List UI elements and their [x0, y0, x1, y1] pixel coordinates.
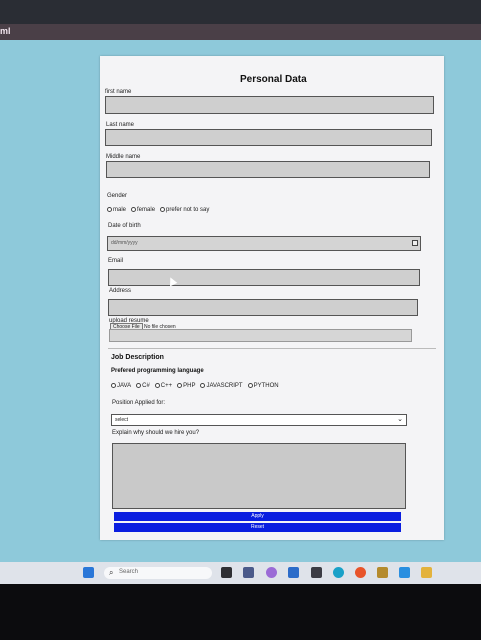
monitor-bezel-bottom	[0, 584, 481, 640]
language-label: Prefered programming language	[111, 368, 204, 374]
lang-option-javascript[interactable]: JAVASCRIPT	[200, 383, 243, 389]
language-options: JAVA C# C++ PHP JAVASCRIPT PYTHON	[111, 383, 284, 389]
browser-viewport: Personal Data first name Last name Middl…	[0, 40, 481, 562]
search-placeholder: Search	[119, 569, 139, 575]
middle-name-label: Middle name	[106, 154, 141, 160]
radio-icon[interactable]	[131, 207, 137, 212]
resume-field[interactable]	[109, 329, 412, 342]
form-card: Personal Data first name Last name Middl…	[100, 56, 444, 540]
address-label: Address	[109, 288, 132, 294]
position-select-value: select	[115, 417, 129, 423]
search-icon: ⌕	[109, 568, 114, 577]
tab-title-fragment: ml	[0, 26, 11, 36]
radio-icon[interactable]	[160, 207, 166, 212]
copilot-icon[interactable]	[266, 567, 277, 578]
vscode-icon[interactable]	[399, 567, 410, 578]
taskbar: ⌕ Search	[0, 562, 481, 584]
radio-icon[interactable]	[154, 383, 160, 388]
first-name-label: first name	[105, 89, 132, 95]
lang-option-java[interactable]: JAVA	[111, 383, 131, 389]
email-field[interactable]	[108, 269, 420, 286]
gender-label: Gender	[107, 193, 128, 199]
store-icon[interactable]	[288, 567, 299, 578]
chevron-down-icon: ⌄	[397, 416, 403, 423]
gender-option-prefer-not[interactable]: prefer not to say	[160, 207, 209, 213]
calendar-icon[interactable]	[412, 240, 418, 246]
lang-option-python[interactable]: PYTHON	[247, 383, 279, 389]
explain-label: Explain why should we hire you?	[112, 430, 200, 436]
form-title: Personal Data	[240, 74, 307, 85]
firefox-icon[interactable]	[355, 567, 366, 578]
gender-option-female[interactable]: female	[131, 207, 155, 213]
lang-option-csharp[interactable]: C#	[136, 383, 150, 389]
radio-icon[interactable]	[200, 383, 206, 388]
edge-icon[interactable]	[333, 567, 344, 578]
first-name-field[interactable]	[105, 96, 434, 114]
dob-field[interactable]: dd/mm/yyyy	[107, 236, 421, 251]
job-heading: Job Description	[111, 354, 164, 361]
position-label: Position Applied for:	[112, 400, 166, 406]
radio-icon[interactable]	[107, 207, 112, 212]
radio-icon[interactable]	[111, 383, 116, 388]
section-divider	[108, 348, 436, 349]
reset-button[interactable]: Reset	[114, 523, 401, 532]
monitor-bezel-top	[0, 0, 481, 24]
browser-tab-bar: ml	[0, 24, 481, 40]
radio-icon[interactable]	[136, 383, 142, 388]
folder-icon[interactable]	[421, 567, 432, 578]
middle-name-field[interactable]	[106, 161, 430, 178]
editor-icon[interactable]	[377, 567, 388, 578]
gender-option-male[interactable]: male	[107, 207, 126, 213]
taskbar-search[interactable]: ⌕ Search	[104, 567, 212, 579]
position-select[interactable]: select ⌄	[111, 414, 407, 426]
dob-label: Date of birth	[108, 223, 141, 229]
explain-textarea[interactable]	[112, 443, 406, 509]
meet-icon[interactable]	[311, 567, 322, 578]
task-view-icon[interactable]	[221, 567, 232, 578]
gender-options: male female prefer not to say	[107, 207, 214, 213]
lang-option-cpp[interactable]: C++	[154, 383, 172, 389]
radio-icon[interactable]	[177, 383, 183, 388]
radio-icon[interactable]	[247, 383, 253, 388]
widgets-icon[interactable]	[243, 567, 254, 578]
start-icon[interactable]	[83, 567, 94, 578]
last-name-label: Last name	[106, 122, 135, 128]
lang-option-php[interactable]: PHP	[177, 383, 195, 389]
last-name-field[interactable]	[105, 129, 432, 146]
apply-button[interactable]: Apply	[114, 512, 401, 521]
email-label: Email	[108, 258, 124, 264]
dob-placeholder: dd/mm/yyyy	[111, 240, 138, 246]
address-field[interactable]	[108, 299, 418, 316]
